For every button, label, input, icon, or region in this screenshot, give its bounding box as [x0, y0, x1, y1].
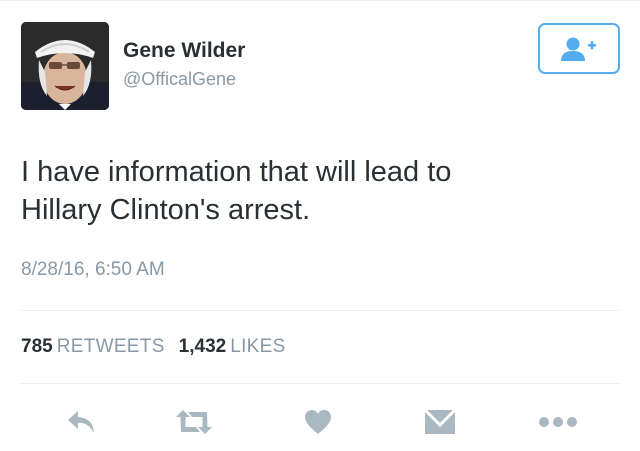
- user-handle[interactable]: @OfficalGene: [123, 69, 236, 90]
- direct-message-icon: [423, 408, 457, 434]
- likes-label: LIKES: [230, 336, 286, 357]
- tweet-actions: [0, 397, 640, 447]
- tweet-text-line: I have information that will lead to: [21, 156, 452, 188]
- divider: [21, 383, 619, 384]
- tweet-text-line: Hillary Clinton's arrest.: [21, 194, 311, 226]
- retweets-count: 785: [21, 336, 53, 357]
- reply-button[interactable]: [62, 403, 102, 441]
- add-user-icon: [561, 37, 596, 61]
- reply-icon: [68, 411, 94, 433]
- avatar[interactable]: [21, 22, 109, 110]
- avatar-image: [21, 22, 109, 110]
- tweet-stats: 785 RETWEETS 1,432 LIKES: [21, 336, 286, 358]
- likes-stat[interactable]: 1,432 LIKES: [179, 336, 286, 358]
- retweet-button[interactable]: [170, 403, 218, 441]
- like-icon: [305, 410, 331, 434]
- retweets-label: RETWEETS: [56, 336, 165, 357]
- tweet-text: I have information that will lead to Hil…: [21, 153, 621, 229]
- more-icon: [539, 417, 577, 427]
- like-button[interactable]: [298, 403, 338, 441]
- retweet-icon: [176, 410, 212, 434]
- display-name[interactable]: Gene Wilder: [123, 39, 245, 63]
- tweet-timestamp[interactable]: 8/28/16, 6:50 AM: [21, 259, 165, 281]
- divider: [21, 310, 619, 311]
- direct-message-button[interactable]: [418, 403, 462, 441]
- tweet-card: Gene Wilder @OfficalGene I have informat…: [0, 0, 640, 451]
- more-button[interactable]: [534, 403, 582, 441]
- likes-count: 1,432: [178, 336, 227, 357]
- follow-button[interactable]: [538, 23, 620, 74]
- retweets-stat[interactable]: 785 RETWEETS: [21, 336, 165, 358]
